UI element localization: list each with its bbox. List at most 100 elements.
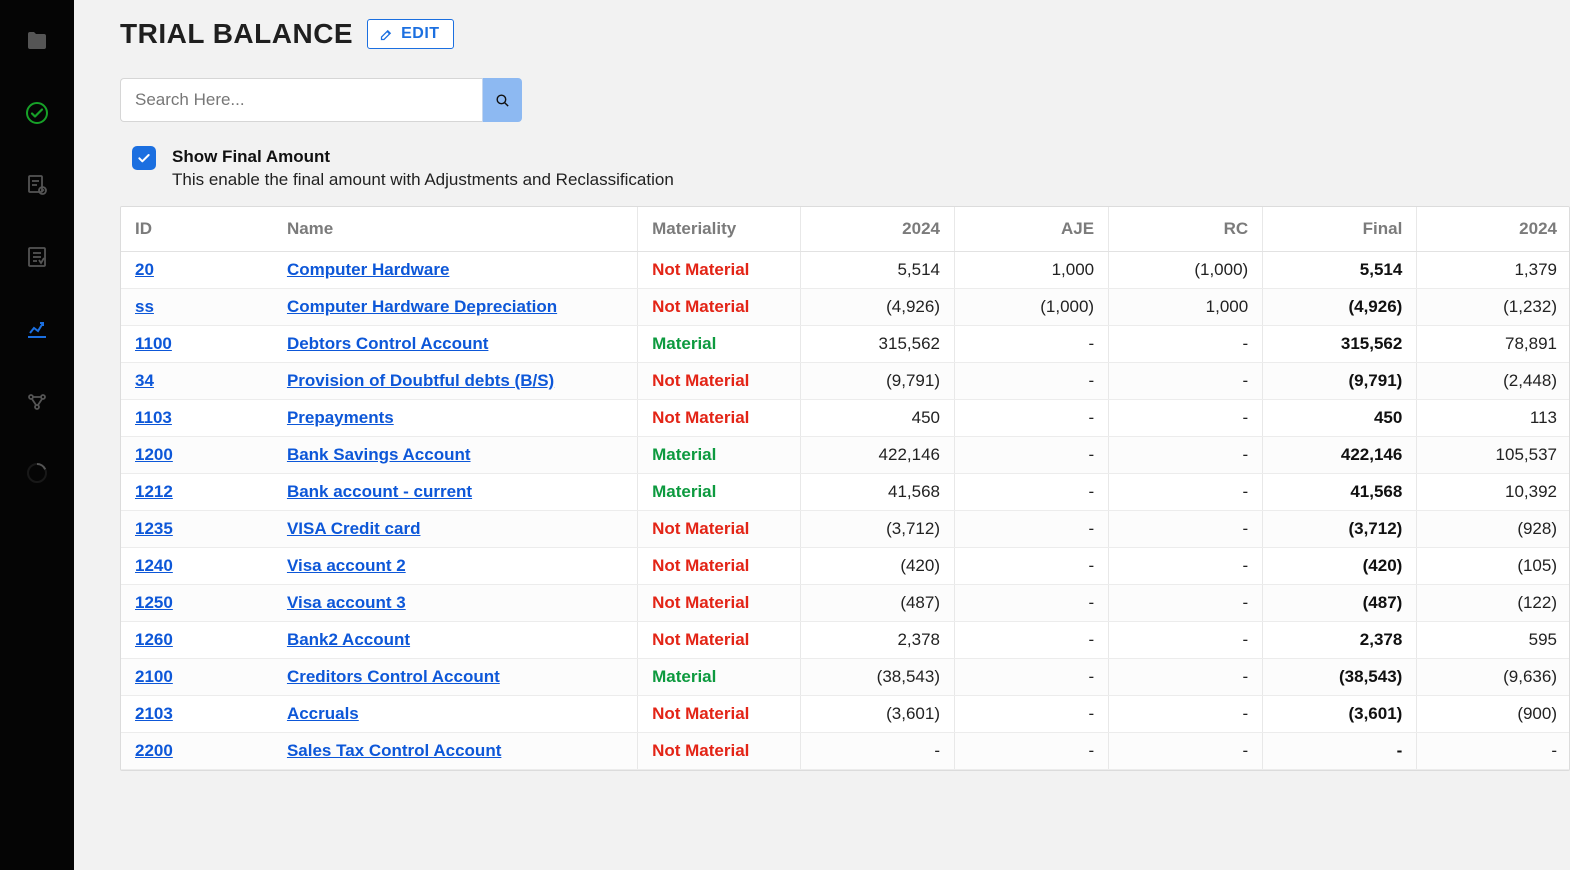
final-cell: 315,562 <box>1263 325 1417 362</box>
prev-cell: (928) <box>1417 510 1570 547</box>
account-id-link[interactable]: 2103 <box>135 704 173 723</box>
account-id-link[interactable]: 1200 <box>135 445 173 464</box>
aje-cell: 1,000 <box>955 251 1109 288</box>
account-name-link[interactable]: Accruals <box>287 704 359 723</box>
account-id-link[interactable]: 2100 <box>135 667 173 686</box>
prev-cell: 113 <box>1417 399 1570 436</box>
account-name-link[interactable]: Bank2 Account <box>287 630 410 649</box>
table-row: 2200 Sales Tax Control Account Not Materia… <box>121 732 1570 769</box>
ledger-icon[interactable] <box>24 244 50 270</box>
final-cell: 41,568 <box>1263 473 1417 510</box>
account-name-link[interactable]: Prepayments <box>287 408 394 427</box>
final-cell: (3,601) <box>1263 695 1417 732</box>
year-cell: (4,926) <box>800 288 954 325</box>
final-cell: 5,514 <box>1263 251 1417 288</box>
account-name-link[interactable]: Visa account 2 <box>287 556 406 575</box>
materiality-cell: Not Material <box>638 695 801 732</box>
materiality-cell: Material <box>638 473 801 510</box>
year-cell: 422,146 <box>800 436 954 473</box>
table-row: 1103PrepaymentsNot Material450--450113 <box>121 399 1570 436</box>
aje-cell: - <box>955 362 1109 399</box>
integration-icon[interactable] <box>24 388 50 414</box>
materiality-cell: Not Material <box>638 510 801 547</box>
account-id-link[interactable]: 20 <box>135 260 154 279</box>
account-name-link[interactable]: Sales Tax Control Account <box>287 741 501 760</box>
rc-cell: - <box>1109 399 1263 436</box>
rc-cell: (1,000) <box>1109 251 1263 288</box>
rc-cell: - <box>1109 695 1263 732</box>
table-row: 1212Bank account - currentMaterial41,568… <box>121 473 1570 510</box>
progress-circle-icon[interactable] <box>24 460 50 486</box>
col-name[interactable]: Name <box>273 207 638 252</box>
edit-button[interactable]: EDIT <box>367 19 453 49</box>
account-name-link[interactable]: Bank account - current <box>287 482 472 501</box>
table-row: ssComputer Hardware DepreciationNot Mate… <box>121 288 1570 325</box>
year-cell: (3,601) <box>800 695 954 732</box>
account-name-link[interactable]: Provision of Doubtful debts (B/S) <box>287 371 554 390</box>
account-id-link[interactable]: 1235 <box>135 519 173 538</box>
aje-cell: - <box>955 732 1109 769</box>
rc-cell: - <box>1109 547 1263 584</box>
account-id-link[interactable]: 1240 <box>135 556 173 575</box>
year-cell: 41,568 <box>800 473 954 510</box>
account-id-link[interactable]: 34 <box>135 371 154 390</box>
trial-balance-table: ID Name Materiality 2024 AJE RC Final 20… <box>120 206 1570 771</box>
col-aje[interactable]: AJE <box>955 207 1109 252</box>
final-cell: 422,146 <box>1263 436 1417 473</box>
aje-cell: - <box>955 510 1109 547</box>
account-id-link[interactable]: 1260 <box>135 630 173 649</box>
account-name-link[interactable]: Computer Hardware <box>287 260 449 279</box>
year-cell: (38,543) <box>800 658 954 695</box>
col-year[interactable]: 2024 <box>800 207 954 252</box>
account-id-link[interactable]: 1250 <box>135 593 173 612</box>
table-row: 34Provision of Doubtful debts (B/S)Not M… <box>121 362 1570 399</box>
aje-cell: - <box>955 325 1109 362</box>
account-name-link[interactable]: Computer Hardware Depreciation <box>287 297 557 316</box>
rc-cell: - <box>1109 658 1263 695</box>
rc-cell: - <box>1109 584 1263 621</box>
col-id[interactable]: ID <box>121 207 273 252</box>
materiality-cell: Not Material <box>638 547 801 584</box>
rc-cell: - <box>1109 362 1263 399</box>
final-cell: 2,378 <box>1263 621 1417 658</box>
col-materiality[interactable]: Materiality <box>638 207 801 252</box>
analytics-icon[interactable] <box>24 316 50 342</box>
show-final-label: Show Final Amount <box>172 146 674 169</box>
materiality-cell: Material <box>638 325 801 362</box>
prev-cell: (1,232) <box>1417 288 1570 325</box>
account-name-link[interactable]: Bank Savings Account <box>287 445 471 464</box>
col-final[interactable]: Final <box>1263 207 1417 252</box>
aje-cell: - <box>955 584 1109 621</box>
page-title: TRIAL BALANCE <box>120 18 353 50</box>
assignment-icon[interactable] <box>24 172 50 198</box>
final-cell: (487) <box>1263 584 1417 621</box>
prev-cell: - <box>1417 732 1570 769</box>
table-row: 1200Bank Savings AccountMaterial422,146-… <box>121 436 1570 473</box>
year-cell: (3,712) <box>800 510 954 547</box>
account-id-link[interactable]: 1212 <box>135 482 173 501</box>
account-name-link[interactable]: Debtors Control Account <box>287 334 488 353</box>
search-button[interactable] <box>482 78 522 122</box>
main-panel: TRIAL BALANCE EDIT Show Final Amount Thi… <box>74 0 1570 870</box>
year-cell: (420) <box>800 547 954 584</box>
account-name-link[interactable]: VISA Credit card <box>287 519 421 538</box>
year-cell: - <box>800 732 954 769</box>
check-circle-icon[interactable] <box>24 100 50 126</box>
year-cell: (487) <box>800 584 954 621</box>
table-row: 2100Creditors Control AccountMaterial(38… <box>121 658 1570 695</box>
final-cell: (38,543) <box>1263 658 1417 695</box>
final-cell: - <box>1263 732 1417 769</box>
show-final-checkbox[interactable] <box>132 146 156 170</box>
account-id-link[interactable]: 2200 <box>135 741 173 760</box>
account-id-link[interactable]: ss <box>135 297 154 316</box>
account-id-link[interactable]: 1100 <box>135 334 172 353</box>
col-prev[interactable]: 2024 <box>1417 207 1570 252</box>
aje-cell: - <box>955 436 1109 473</box>
search-input[interactable] <box>120 78 482 122</box>
account-id-link[interactable]: 1103 <box>135 408 172 427</box>
materiality-cell: Not Material <box>638 732 801 769</box>
account-name-link[interactable]: Creditors Control Account <box>287 667 500 686</box>
col-rc[interactable]: RC <box>1109 207 1263 252</box>
folder-icon[interactable] <box>24 28 50 54</box>
account-name-link[interactable]: Visa account 3 <box>287 593 406 612</box>
